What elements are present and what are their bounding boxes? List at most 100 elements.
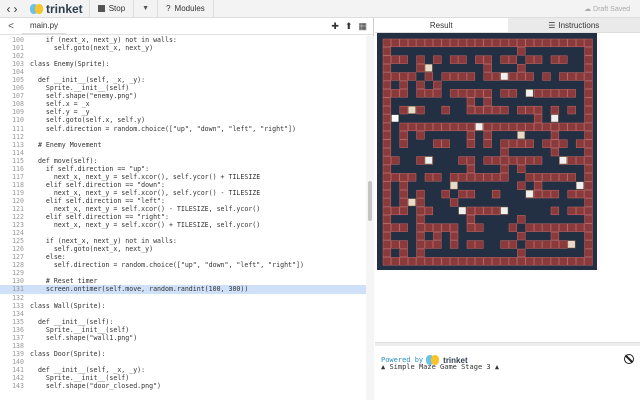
code-line[interactable]: 111 self.direction = random.choice(["up"… bbox=[0, 125, 366, 133]
code-line[interactable]: 100 if (next_x, next_y) not in walls: bbox=[0, 36, 366, 44]
maze-wall bbox=[584, 189, 593, 199]
maze-wall bbox=[424, 257, 434, 266]
code-line[interactable]: 117 next_x, next_y = self.xcor(), self.y… bbox=[0, 173, 366, 181]
code-line[interactable]: 133 class Wall(Sprite): bbox=[0, 302, 366, 310]
code-line[interactable]: 129 bbox=[0, 269, 366, 277]
code-line[interactable]: 138 bbox=[0, 342, 366, 350]
maze-wall bbox=[416, 105, 425, 115]
code-line[interactable]: 125 if (next_x, next_y) not in walls: bbox=[0, 237, 366, 245]
maze-wall bbox=[559, 38, 568, 48]
editor-scrollbar[interactable] bbox=[366, 36, 374, 400]
maze-wall bbox=[382, 147, 392, 157]
code-line[interactable]: 105 def __init__(self, _x, _y): bbox=[0, 76, 366, 84]
maze-wall bbox=[584, 122, 593, 132]
code-line[interactable]: 104 bbox=[0, 68, 366, 76]
code-line[interactable]: 113 # Enemy Movement bbox=[0, 141, 366, 149]
tab-result[interactable]: Result bbox=[375, 18, 508, 32]
code-line[interactable]: 126 self.goto(next_x, next_y) bbox=[0, 245, 366, 253]
code-line[interactable]: 118 elif self.direction == "down": bbox=[0, 181, 366, 189]
line-text: self.direction = random.choice(["up", "d… bbox=[30, 124, 296, 133]
code-line[interactable]: 121 next_x, next_y = self.xcor() - TILES… bbox=[0, 205, 366, 213]
maze-wall bbox=[424, 72, 434, 81]
maze-wall bbox=[491, 173, 501, 182]
maze-wall bbox=[500, 156, 509, 165]
code-line[interactable]: 124 bbox=[0, 229, 366, 237]
code-line[interactable]: 120 elif self.direction == "left": bbox=[0, 197, 366, 205]
maze-wall bbox=[382, 72, 392, 81]
maze-wall bbox=[458, 156, 467, 165]
maze-wall bbox=[508, 72, 518, 81]
maze-wall bbox=[399, 173, 408, 182]
tab-instructions[interactable]: ☰ Instructions bbox=[507, 18, 640, 32]
maze-wall bbox=[441, 105, 450, 115]
code-line[interactable]: 109 self.y = _y bbox=[0, 108, 366, 116]
code-line[interactable]: 142 Sprite.__init__(self) bbox=[0, 374, 366, 382]
line-number: 142 bbox=[12, 373, 24, 382]
maze-wall bbox=[483, 173, 492, 182]
line-number: 108 bbox=[12, 100, 24, 109]
maze-wall bbox=[458, 72, 467, 81]
maze-wall bbox=[433, 240, 442, 249]
upload-icon[interactable]: ⬆ bbox=[345, 21, 353, 32]
brand-logo[interactable]: trinket bbox=[24, 0, 90, 18]
chevron-left-icon[interactable]: ‹ bbox=[7, 2, 11, 16]
code-line[interactable]: 108 self.x = _x bbox=[0, 100, 366, 108]
file-tab-main[interactable]: main.py bbox=[22, 18, 67, 35]
chevron-right-icon[interactable]: › bbox=[14, 2, 18, 16]
maze-wall bbox=[525, 223, 534, 232]
code-line[interactable]: 140 bbox=[0, 358, 366, 366]
maze-wall bbox=[550, 38, 560, 48]
code-line[interactable]: 141 def __init__(self, _x, _y): bbox=[0, 366, 366, 374]
code-line[interactable]: 134 bbox=[0, 310, 366, 318]
code-line[interactable]: 127 else: bbox=[0, 253, 366, 261]
code-line[interactable]: 131 screen.ontimer(self.move, random.ran… bbox=[0, 285, 366, 294]
maze-wall bbox=[525, 105, 534, 115]
treasure-sprite bbox=[525, 89, 534, 98]
code-line[interactable]: 143 self.shape("door_closed.png") bbox=[0, 382, 366, 390]
line-number: 110 bbox=[12, 116, 24, 125]
maze-wall bbox=[584, 147, 593, 157]
stop-button[interactable]: Stop bbox=[90, 0, 135, 18]
maze-wall bbox=[567, 257, 576, 266]
code-line[interactable]: 119 next_x, next_y = self.xcor(), self.y… bbox=[0, 189, 366, 197]
code-line[interactable]: 116 if self.direction == "up": bbox=[0, 165, 366, 173]
code-line[interactable]: 136 Sprite.__init__(self) bbox=[0, 326, 366, 334]
code-editor[interactable]: 100 if (next_x, next_y) not in walls: 101… bbox=[0, 36, 366, 400]
maze-wall bbox=[391, 89, 400, 98]
panel-divider[interactable] bbox=[375, 342, 640, 346]
code-line[interactable]: 106 Sprite.__init__(self) bbox=[0, 84, 366, 92]
code-line[interactable]: 130 # Reset timer bbox=[0, 277, 366, 285]
maze-wall bbox=[567, 189, 576, 199]
code-line[interactable]: 112 bbox=[0, 133, 366, 141]
maze-wall bbox=[550, 105, 560, 115]
run-options-dropdown[interactable]: ▼ bbox=[134, 0, 159, 18]
code-line[interactable]: 137 self.shape("wall1.png") bbox=[0, 334, 366, 342]
code-line[interactable]: 132 bbox=[0, 294, 366, 302]
maze-wall bbox=[416, 80, 425, 90]
code-line[interactable]: 102 bbox=[0, 52, 366, 60]
code-line[interactable]: 115 def move(self): bbox=[0, 157, 366, 165]
code-line[interactable]: 101 self.goto(next_x, next_y) bbox=[0, 44, 366, 52]
maze-wall bbox=[458, 257, 467, 266]
modules-button[interactable]: ? Modules bbox=[158, 0, 214, 18]
maze-wall bbox=[433, 80, 442, 90]
code-line[interactable]: 114 bbox=[0, 149, 366, 157]
game-canvas[interactable] bbox=[377, 33, 597, 270]
maze-wall bbox=[466, 206, 476, 216]
scrollbar-thumb[interactable] bbox=[368, 181, 372, 221]
code-line[interactable]: 139 class Door(Sprite): bbox=[0, 350, 366, 358]
code-line[interactable]: 135 def __init__(self): bbox=[0, 318, 366, 326]
stop-circle-icon[interactable] bbox=[624, 354, 634, 364]
code-line[interactable]: 107 self.shape("enemy.png") bbox=[0, 92, 366, 100]
image-icon[interactable]: ▦ bbox=[358, 21, 367, 32]
code-line[interactable]: 103 class Enemy(Sprite): bbox=[0, 60, 366, 68]
code-line[interactable]: 123 next_x, next_y = self.xcor() + TILES… bbox=[0, 221, 366, 229]
maze-wall bbox=[575, 257, 585, 266]
code-line[interactable]: 122 elif self.direction == "right": bbox=[0, 213, 366, 221]
code-line[interactable]: 128 self.direction = random.choice(["up"… bbox=[0, 261, 366, 269]
question-icon: ? bbox=[166, 4, 171, 13]
line-number: 105 bbox=[12, 76, 24, 85]
code-line[interactable]: 110 self.goto(self.x, self.y) bbox=[0, 116, 366, 124]
plus-icon[interactable]: ✚ bbox=[331, 21, 339, 32]
file-menu-chevron-icon[interactable]: < bbox=[0, 21, 22, 32]
